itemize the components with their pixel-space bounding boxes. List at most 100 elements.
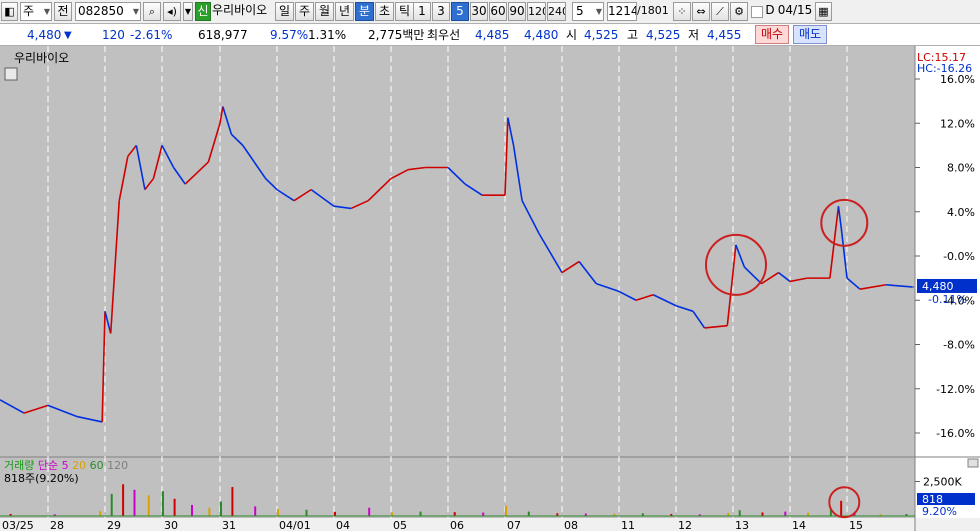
- period-second-button[interactable]: 초: [375, 2, 394, 21]
- date-value[interactable]: 04/15: [777, 2, 813, 21]
- panel-close-icon[interactable]: [967, 458, 979, 468]
- volume-bar: [334, 511, 336, 516]
- volume-bar: [122, 484, 125, 516]
- open-label: 시: [566, 28, 578, 42]
- volume-legend: 거래량 단순 5 20 60 120: [4, 459, 128, 472]
- minute-240-button[interactable]: 240: [547, 2, 566, 21]
- x-tick-label: 08: [564, 519, 578, 531]
- x-tick-label: 29: [107, 519, 121, 531]
- x-tick-label: 04: [336, 519, 350, 531]
- gear-icon[interactable]: ⚙: [730, 2, 748, 21]
- minute-90-button[interactable]: 90: [508, 2, 526, 21]
- scatter-icon[interactable]: ⁘: [673, 2, 691, 21]
- sell-button[interactable]: 매도: [793, 25, 827, 44]
- chart-title: 우리바이오: [14, 51, 69, 65]
- volume-bar: [453, 512, 456, 516]
- x-tick-label: 28: [50, 519, 64, 531]
- x-tick-label: 14: [792, 519, 806, 531]
- volume-bar: [208, 507, 211, 516]
- x-tick-label: 04/01: [279, 519, 311, 531]
- speaker-icon[interactable]: ◂): [163, 2, 181, 21]
- volume-bar: [110, 493, 113, 516]
- volume-tick-label: 2,500K: [923, 476, 962, 489]
- volume-bar: [99, 511, 102, 516]
- current-price: 4,480: [27, 28, 62, 42]
- count-input[interactable]: 1214: [607, 2, 637, 21]
- period-day-button[interactable]: 일: [275, 2, 294, 21]
- trade-amount: 2,775백만: [368, 28, 425, 42]
- volume-bar: [254, 506, 257, 516]
- volume-bar: [133, 489, 136, 516]
- main-toolbar: ◧ 주 ▼ 전 082850 ▼ ⌕ ◂) ▼ 신 우리바이오 일 주 월 년 분 …: [0, 0, 980, 24]
- x-tick-label: 03/25: [2, 519, 34, 531]
- high-value: 4,525: [646, 28, 681, 42]
- minute-60-button[interactable]: 60: [489, 2, 507, 21]
- volume-bar: [738, 510, 741, 516]
- minute-3-button[interactable]: 3: [432, 2, 450, 21]
- x-tick-label: 31: [222, 519, 236, 531]
- high-label: 고: [627, 28, 639, 42]
- y-tick-label: -4.0%: [943, 294, 975, 307]
- ma5-legend: 단순 5: [38, 459, 69, 472]
- y-tick-label: 12.0%: [940, 117, 975, 130]
- volume-value: 618,977: [198, 28, 248, 42]
- date-checkbox[interactable]: [751, 6, 763, 18]
- volume-bar: [840, 500, 843, 516]
- volume-pct: 9.57%: [270, 28, 309, 42]
- period-toggle-button[interactable]: 전: [54, 2, 72, 21]
- total-count: /1801: [637, 4, 669, 17]
- y-tick-label: -12.0%: [936, 383, 975, 396]
- x-tick-label: 12: [678, 519, 692, 531]
- period-month-button[interactable]: 월: [315, 2, 334, 21]
- minute-1-button[interactable]: 1: [413, 2, 431, 21]
- window-link-icon[interactable]: ◧: [1, 2, 18, 21]
- price-panel-background: [0, 46, 915, 457]
- buy-button[interactable]: 매수: [755, 25, 789, 44]
- grid-menu-icon[interactable]: [4, 67, 18, 81]
- code-input[interactable]: 082850 ▼: [75, 2, 141, 21]
- low-label: 저: [688, 28, 700, 42]
- price-change: 120: [102, 28, 125, 42]
- volume-bar: [419, 511, 422, 516]
- volume-bar: [761, 512, 764, 516]
- period-minute-button[interactable]: 분: [355, 2, 374, 21]
- volume-current-pct: 9.20%: [922, 505, 957, 518]
- best-bid: 4,480: [524, 28, 559, 42]
- x-tick-label: 15: [849, 519, 863, 531]
- fit-screen-icon[interactable]: ⇔: [692, 2, 710, 21]
- search-icon[interactable]: ⌕: [143, 2, 161, 21]
- date-checkbox-label: D: [765, 3, 775, 17]
- volume-bar: [231, 487, 234, 516]
- chevron-down-icon[interactable]: ▼: [183, 2, 193, 21]
- period-week-button[interactable]: 주: [295, 2, 314, 21]
- calendar-icon[interactable]: ▦: [815, 2, 832, 21]
- chart-icon[interactable]: ⟋: [711, 2, 729, 21]
- date-axis-background: [0, 518, 980, 531]
- minute-120-button[interactable]: 120: [527, 2, 546, 21]
- best-quote-label: 최우선: [427, 28, 461, 42]
- minute-5-button[interactable]: 5: [451, 2, 469, 21]
- code-value: 082850: [78, 4, 124, 18]
- chevron-down-icon: ▼: [132, 7, 139, 16]
- y-tick-label: -0.0%: [943, 250, 975, 263]
- turnover-pct: 1.31%: [308, 28, 347, 42]
- y-tick-label: 4.0%: [947, 206, 975, 219]
- current-price-label: 4,480: [922, 280, 954, 293]
- market-select[interactable]: 주 ▼: [20, 2, 52, 21]
- hc-label: HC:-16.26: [917, 62, 972, 75]
- volume-bar: [305, 509, 308, 516]
- volume-panel-background: [0, 457, 915, 518]
- y-tick-label: 8.0%: [947, 162, 975, 175]
- minute-30-button[interactable]: 30: [470, 2, 488, 21]
- x-tick-label: 07: [507, 519, 521, 531]
- x-tick-label: 05: [393, 519, 407, 531]
- best-ask: 4,485: [475, 28, 510, 42]
- stock-name: 우리바이오: [212, 3, 268, 17]
- volume-bar: [784, 511, 787, 516]
- interval-select[interactable]: 5 ▼: [572, 2, 604, 21]
- stock-chart[interactable]: 4,480-0.11% 16.0%12.0%8.0%4.0%-0.0%-4.0%…: [0, 46, 980, 531]
- down-arrow-icon: ▼: [64, 30, 72, 41]
- volume-bar: [391, 512, 393, 516]
- period-tick-button[interactable]: 틱: [395, 2, 414, 21]
- period-year-button[interactable]: 년: [335, 2, 354, 21]
